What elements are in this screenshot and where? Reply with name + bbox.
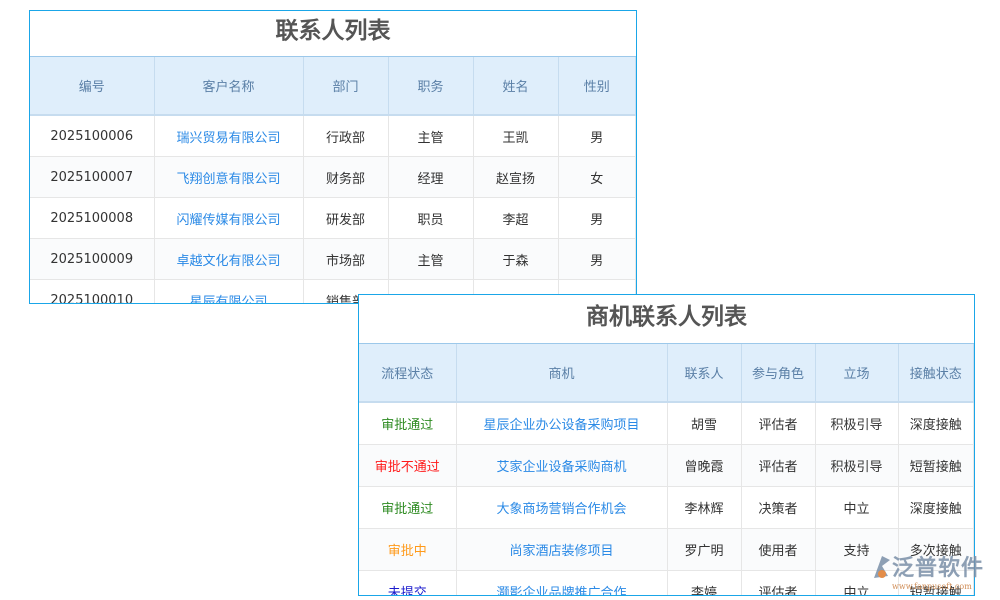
table-row[interactable]: 2025100009卓越文化有限公司市场部主管于森男 (30, 239, 636, 280)
table-row[interactable]: 2025100007飞翔创意有限公司财务部经理赵宣扬女 (30, 157, 636, 198)
column-header[interactable]: 部门 (303, 57, 388, 115)
column-header[interactable]: 参与角色 (741, 344, 815, 402)
table-cell: 主管 (388, 239, 473, 280)
table-cell: 胡雪 (667, 402, 741, 445)
table-cell: 经理 (388, 157, 473, 198)
opportunity-contact-title: 商机联系人列表 (359, 295, 974, 344)
table-cell: 评估者 (741, 571, 815, 597)
table-cell: 罗广明 (667, 529, 741, 571)
table-row[interactable]: 2025100008闪耀传媒有限公司研发部职员李超男 (30, 198, 636, 239)
table-cell: 赵宣扬 (473, 157, 558, 198)
record-link[interactable]: 飞翔创意有限公司 (154, 157, 303, 198)
table-cell: 财务部 (303, 157, 388, 198)
table-cell: 男 (558, 198, 636, 239)
table-cell: 2025100006 (30, 115, 154, 157)
contact-list-panel: 联系人列表 编号客户名称部门职务姓名性别2025100006瑞兴贸易有限公司行政… (29, 10, 637, 304)
logo-icon (870, 552, 892, 582)
table-cell: 李超 (473, 198, 558, 239)
column-header[interactable]: 商机 (456, 344, 667, 402)
table-cell: 王凯 (473, 115, 558, 157)
column-header[interactable]: 职务 (388, 57, 473, 115)
table-cell: 评估者 (741, 445, 815, 487)
record-link[interactable]: 瑞兴贸易有限公司 (154, 115, 303, 157)
record-link[interactable]: 灏影企业品牌推广合作 (456, 571, 667, 597)
watermark-name: 泛普软件 (892, 550, 984, 582)
table-row[interactable]: 2025100006瑞兴贸易有限公司行政部主管王凯男 (30, 115, 636, 157)
table-cell: 主管 (388, 115, 473, 157)
table-cell: 2025100010 (30, 280, 154, 305)
column-header[interactable]: 联系人 (667, 344, 741, 402)
column-header[interactable]: 姓名 (473, 57, 558, 115)
table-cell: 2025100007 (30, 157, 154, 198)
watermark-url: www.fanpusoft.com (892, 582, 972, 591)
table-cell: 2025100008 (30, 198, 154, 239)
status-cell: 审批不通过 (359, 445, 456, 487)
table-cell: 积极引导 (815, 402, 898, 445)
status-cell: 审批通过 (359, 402, 456, 445)
table-cell: 深度接触 (898, 487, 974, 529)
opportunity-contact-panel: 商机联系人列表 流程状态商机联系人参与角色立场接触状态审批通过星辰企业办公设备采… (358, 294, 975, 596)
table-cell: 2025100009 (30, 239, 154, 280)
table-cell: 曾晚霞 (667, 445, 741, 487)
table-cell: 女 (558, 157, 636, 198)
record-link[interactable]: 星辰企业办公设备采购项目 (456, 402, 667, 445)
column-header[interactable]: 流程状态 (359, 344, 456, 402)
table-cell: 积极引导 (815, 445, 898, 487)
table-cell: 研发部 (303, 198, 388, 239)
record-link[interactable]: 闪耀传媒有限公司 (154, 198, 303, 239)
table-row[interactable]: 审批不通过艾家企业设备采购商机曾晚霞评估者积极引导短暂接触 (359, 445, 974, 487)
record-link[interactable]: 卓越文化有限公司 (154, 239, 303, 280)
status-cell: 审批中 (359, 529, 456, 571)
status-cell: 未提交 (359, 571, 456, 597)
record-link[interactable]: 大象商场营销合作机会 (456, 487, 667, 529)
table-cell: 深度接触 (898, 402, 974, 445)
column-header[interactable]: 客户名称 (154, 57, 303, 115)
table-cell: 市场部 (303, 239, 388, 280)
table-cell: 职员 (388, 198, 473, 239)
table-cell: 于森 (473, 239, 558, 280)
watermark-logo: 泛普软件 www.fanpusoft.com (870, 552, 995, 596)
table-cell: 男 (558, 239, 636, 280)
table-cell: 中立 (815, 487, 898, 529)
record-link[interactable]: 尚家酒店装修项目 (456, 529, 667, 571)
table-cell: 行政部 (303, 115, 388, 157)
column-header[interactable]: 立场 (815, 344, 898, 402)
contact-table: 编号客户名称部门职务姓名性别2025100006瑞兴贸易有限公司行政部主管王凯男… (30, 57, 636, 304)
table-cell: 李婷 (667, 571, 741, 597)
table-row[interactable]: 审批通过大象商场营销合作机会李林辉决策者中立深度接触 (359, 487, 974, 529)
column-header[interactable]: 接触状态 (898, 344, 974, 402)
table-cell: 短暂接触 (898, 445, 974, 487)
column-header[interactable]: 编号 (30, 57, 154, 115)
table-row[interactable]: 审批通过星辰企业办公设备采购项目胡雪评估者积极引导深度接触 (359, 402, 974, 445)
column-header[interactable]: 性别 (558, 57, 636, 115)
contact-list-title: 联系人列表 (30, 11, 636, 57)
table-cell: 使用者 (741, 529, 815, 571)
table-cell: 评估者 (741, 402, 815, 445)
table-cell: 男 (558, 115, 636, 157)
table-cell: 李林辉 (667, 487, 741, 529)
status-cell: 审批通过 (359, 487, 456, 529)
table-cell: 决策者 (741, 487, 815, 529)
record-link[interactable]: 艾家企业设备采购商机 (456, 445, 667, 487)
record-link[interactable]: 星辰有限公司 (154, 280, 303, 305)
